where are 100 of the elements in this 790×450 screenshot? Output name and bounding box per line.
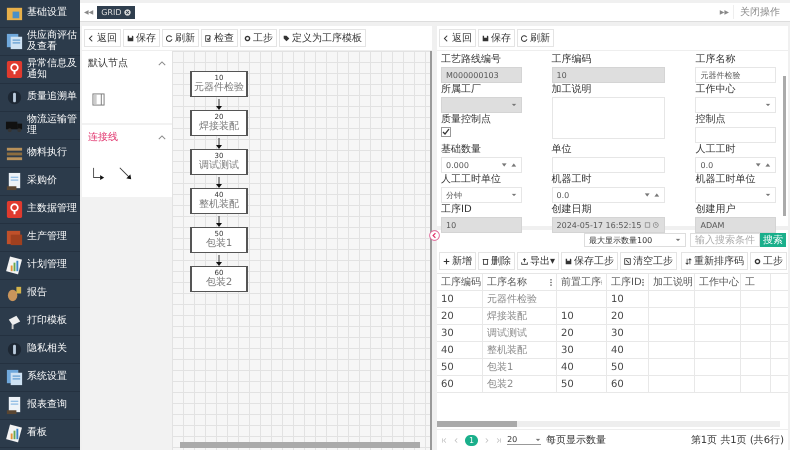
input-field[interactable]: [552, 157, 666, 173]
first-page-icon[interactable]: [441, 436, 448, 444]
select-field[interactable]: [695, 187, 776, 203]
toolbar-button[interactable]: 返回: [84, 29, 121, 47]
chevron-icon[interactable]: [158, 60, 166, 66]
field-label: 基础数量: [441, 144, 482, 156]
plus-icon: [443, 258, 450, 264]
scrollbar[interactable]: [783, 76, 786, 216]
menu-label: 物流运输管理: [27, 115, 77, 136]
input-field[interactable]: [695, 127, 776, 143]
sidebar-item[interactable]: 看板: [0, 420, 80, 448]
chevron-icon[interactable]: [158, 134, 166, 140]
spinner-icon[interactable]: [755, 162, 771, 168]
table-cell: 40: [561, 362, 574, 372]
column-header[interactable]: 前置工序: [561, 275, 601, 289]
process-shape-icon[interactable]: [92, 92, 105, 106]
menu-label: 报表查询: [27, 400, 68, 411]
close-icon[interactable]: [124, 8, 131, 16]
toolbar-button[interactable]: 刷新: [162, 29, 199, 47]
page-size-select[interactable]: 20: [507, 435, 542, 445]
field-label: 创建日期: [552, 204, 593, 216]
sidebar-item[interactable]: 供应商评估及查看: [0, 28, 80, 56]
toolbar-button[interactable]: 清空工步: [620, 252, 678, 270]
spinner-icon[interactable]: [644, 192, 660, 198]
clear-icon: [624, 258, 632, 264]
last-page-icon[interactable]: [495, 436, 502, 444]
sidebar-item[interactable]: 质量追溯单: [0, 84, 80, 112]
checkbox[interactable]: [441, 127, 451, 137]
elbow-arrow-icon[interactable]: [92, 166, 105, 180]
spinner-icon[interactable]: [500, 162, 517, 168]
previous-page-icon[interactable]: [453, 436, 460, 444]
sidebar-item[interactable]: 报表查询: [0, 392, 80, 420]
input-field[interactable]: 元器件检验: [695, 67, 776, 83]
toolbar-button[interactable]: 返回: [439, 29, 476, 47]
field-label: 控制点: [695, 114, 726, 126]
input-field[interactable]: 0.0: [695, 157, 776, 173]
toolbar-button[interactable]: 新增: [439, 252, 476, 270]
check-icon: [205, 34, 212, 42]
sidebar-item[interactable]: 异常信息及通知: [0, 56, 80, 84]
caret-icon: [535, 438, 542, 442]
toolbar-button[interactable]: 工步: [240, 29, 277, 47]
sidebar-item[interactable]: 采购价: [0, 168, 80, 196]
textarea-field[interactable]: [552, 97, 666, 139]
sidebar-item[interactable]: 主数据管理: [0, 196, 80, 224]
grid-tab[interactable]: GRID: [97, 6, 135, 18]
sidebar-item[interactable]: 打印模板: [0, 308, 80, 336]
menu-label: 物料执行: [27, 148, 68, 159]
toolbar-button[interactable]: 重新排序码: [681, 252, 748, 270]
scrollbar[interactable]: [180, 442, 420, 448]
sidebar-item[interactable]: 系统设置: [0, 364, 80, 392]
gear-icon: [244, 34, 251, 42]
next-page-icon[interactable]: [483, 436, 490, 444]
sidebar-item[interactable]: 报告: [0, 280, 80, 308]
toolbar-button[interactable]: 导出▾: [517, 252, 560, 270]
menu-label: 看板: [27, 428, 48, 439]
toolbar-button[interactable]: 保存工步: [561, 252, 618, 270]
select-field[interactable]: [695, 97, 776, 113]
diagonal-arrow-icon[interactable]: [119, 166, 132, 180]
table-cell: 30: [611, 328, 624, 338]
select-field[interactable]: 分钟: [441, 187, 522, 203]
page-summary: 第1页 共1页 (共6行): [690, 434, 784, 447]
close-menu[interactable]: 关闭操作: [733, 5, 786, 19]
menu-label: 异常信息及通知: [27, 59, 77, 80]
collapse-handle[interactable]: [429, 230, 440, 241]
field-label: 工作中心: [695, 84, 736, 96]
input-field[interactable]: 0.000: [441, 157, 522, 173]
sidebar-item[interactable]: 生产管理: [0, 224, 80, 252]
toolbar-button[interactable]: 工步: [750, 252, 788, 270]
menu-label: 隐私相关: [27, 344, 68, 355]
search-field[interactable]: 输入搜索条件: [690, 233, 760, 247]
toolbar-button[interactable]: 保存: [478, 29, 515, 47]
input-field[interactable]: 0.0: [552, 187, 666, 203]
sidebar-item[interactable]: 隐私相关: [0, 336, 80, 364]
toolbar-button[interactable]: 删除: [478, 252, 515, 270]
column-header[interactable]: 加工说明: [653, 275, 693, 289]
caret-icon: [765, 103, 771, 107]
back-icon: [88, 34, 95, 42]
column-header[interactable]: 工序ID: [611, 275, 642, 289]
toolbar-button[interactable]: 刷新: [517, 29, 554, 47]
sidebar-item[interactable]: 物料执行: [0, 140, 80, 168]
sidebar-item[interactable]: 计划管理: [0, 252, 80, 280]
toolbar-button[interactable]: 定义为工序模板: [279, 29, 366, 47]
connector-arrow: [216, 254, 222, 266]
column-header[interactable]: 工序编码: [441, 275, 481, 289]
column-header[interactable]: 工: [745, 275, 755, 289]
menu-label: 采购价: [27, 176, 58, 187]
table-cell: 10: [441, 294, 454, 304]
select-field[interactable]: 最大显示数量100: [584, 233, 686, 247]
sidebar-item[interactable]: 基础设置: [0, 0, 80, 28]
menu-label: 生产管理: [27, 232, 68, 243]
toolbar-button[interactable]: 检查: [201, 29, 238, 47]
column-header[interactable]: 工作中心: [699, 275, 739, 289]
chart-icon: [5, 424, 24, 443]
menu-label: 基础设置: [27, 8, 68, 19]
sidebar-item[interactable]: 物流运输管理: [0, 112, 80, 140]
scrollbar-thumb[interactable]: [437, 421, 517, 427]
column-header[interactable]: 工序名称: [487, 275, 527, 289]
menu-label: 质量追溯单: [27, 92, 77, 103]
caret-icon: [765, 193, 771, 197]
toolbar-button[interactable]: 保存: [123, 29, 160, 47]
